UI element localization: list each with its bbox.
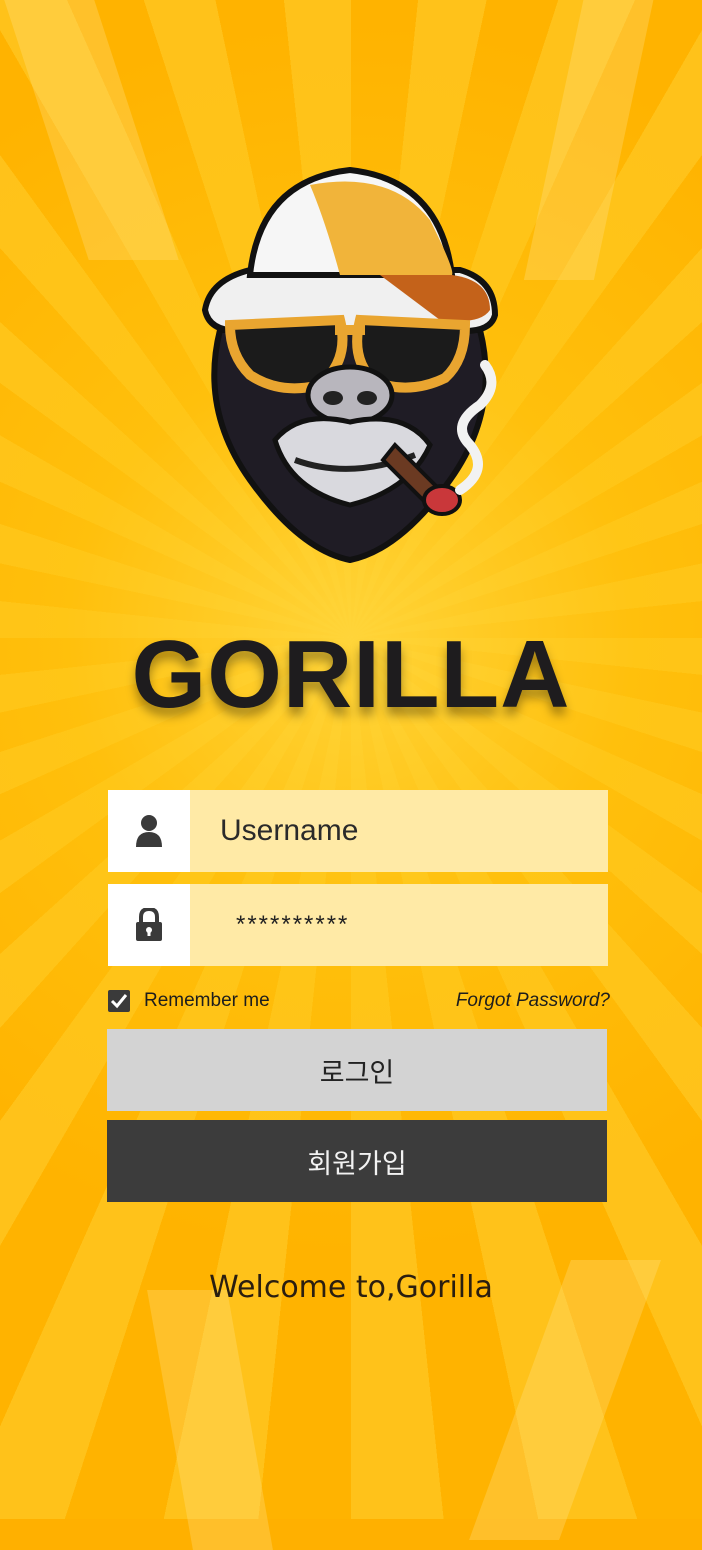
checkmark-icon: [110, 994, 128, 1009]
username-input[interactable]: [190, 790, 608, 872]
signup-button[interactable]: 회원가입: [107, 1120, 607, 1202]
remember-me-label: Remember me: [144, 990, 270, 1011]
remember-me-toggle[interactable]: Remember me: [108, 990, 270, 1012]
password-field[interactable]: [108, 884, 608, 966]
lock-icon-cell: [108, 884, 190, 966]
login-options-row: Remember me Forgot Password?: [108, 984, 610, 1018]
welcome-text: Welcome to,Gorilla: [209, 1270, 493, 1305]
login-button[interactable]: 로그인: [107, 1029, 607, 1111]
gorilla-logo: [201, 166, 499, 564]
user-icon: [136, 815, 162, 847]
forgot-password-link[interactable]: Forgot Password?: [456, 990, 610, 1012]
password-input[interactable]: [190, 884, 608, 966]
remember-checkbox[interactable]: [108, 990, 130, 1012]
user-icon-cell: [108, 790, 190, 872]
brand-title: GORILLA: [131, 621, 571, 728]
lock-icon: [136, 908, 162, 941]
username-field[interactable]: [108, 790, 608, 872]
